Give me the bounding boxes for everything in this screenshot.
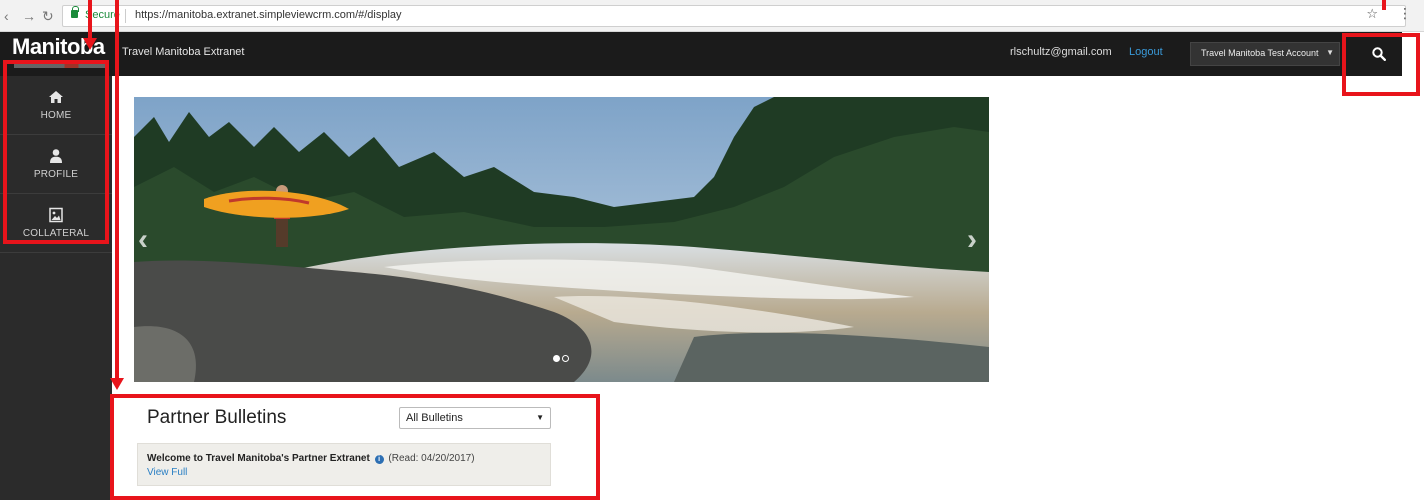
annotation-box-sidebar — [3, 60, 109, 244]
annotation-line-bulletins — [115, 0, 119, 378]
carousel-next-icon[interactable]: › — [967, 225, 977, 255]
address-bar[interactable]: Secure https://manitoba.extranet.simplev… — [62, 5, 1406, 27]
account-select[interactable]: Travel Manitoba Test Account ▼ — [1190, 42, 1340, 66]
site-title: Travel Manitoba Extranet — [122, 46, 245, 58]
reload-icon[interactable]: ↻ — [42, 8, 54, 24]
user-email: rlschultz@gmail.com — [1010, 46, 1112, 58]
browser-toolbar: ‹ → ↻ Secure https://manitoba.extranet.s… — [0, 0, 1424, 32]
carousel-dot-1[interactable] — [553, 355, 560, 362]
hero-image — [134, 97, 989, 382]
carousel-indicators — [553, 349, 571, 367]
star-icon[interactable]: ☆ — [1366, 6, 1378, 22]
annotation-arrow-logo — [83, 38, 97, 50]
logout-link[interactable]: Logout — [1129, 46, 1163, 58]
annotation-box-bulletins — [110, 394, 600, 500]
annotation-line-logo — [88, 0, 92, 38]
annotation-line-search — [1382, 0, 1386, 10]
carousel-dot-2[interactable] — [562, 355, 569, 362]
hero-carousel[interactable]: ‹ › — [134, 97, 989, 382]
lock-icon — [71, 6, 79, 18]
account-select-value: Travel Manitoba Test Account — [1201, 48, 1319, 58]
forward-arrow-icon[interactable]: → — [22, 8, 36, 24]
back-arrow-icon[interactable]: ‹ — [4, 8, 9, 24]
annotation-box-search — [1342, 33, 1420, 96]
address-separator — [125, 9, 126, 23]
caret-down-icon: ▼ — [1326, 48, 1334, 57]
annotation-arrow-bulletins — [110, 378, 124, 390]
top-navigation: Manitoba Travel Manitoba Extranet rlschu… — [0, 32, 1402, 76]
url-text[interactable]: https://manitoba.extranet.simpleviewcrm.… — [135, 9, 402, 21]
browser-menu-icon[interactable]: ⋮ — [1398, 5, 1412, 22]
carousel-prev-icon[interactable]: ‹ — [138, 225, 148, 255]
